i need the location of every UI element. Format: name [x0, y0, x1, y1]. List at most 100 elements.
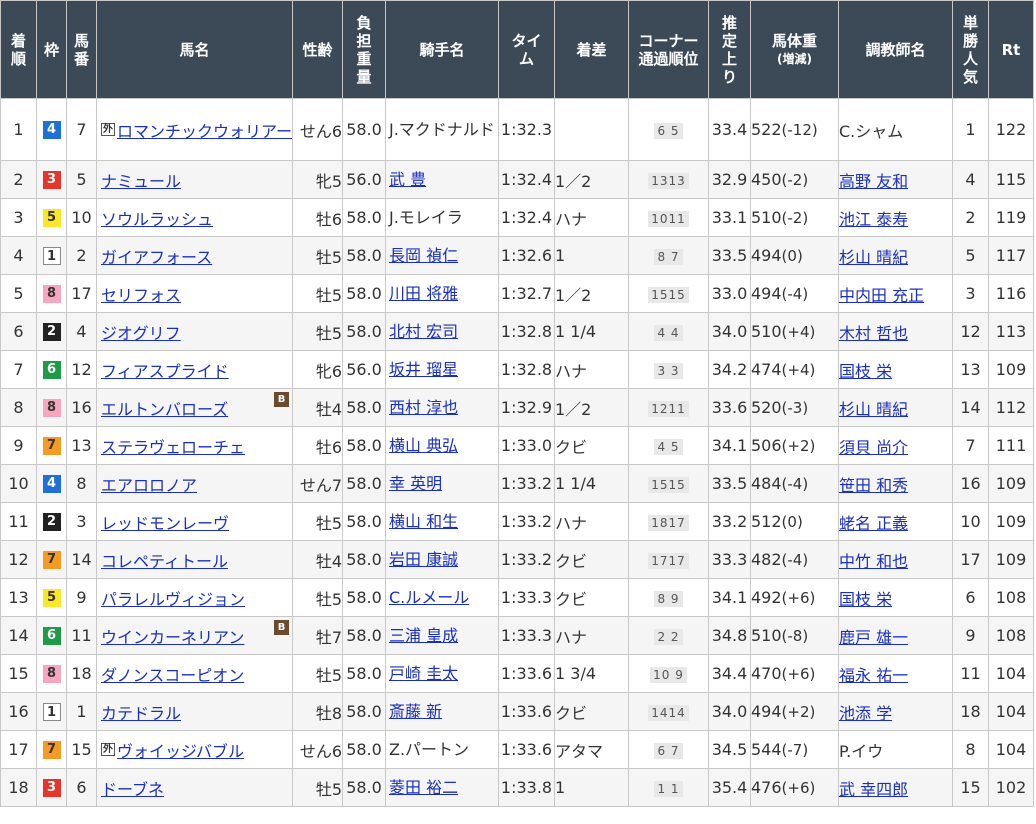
header-rank[interactable]: 着順: [0, 0, 37, 99]
body-weight-cell: 510(-8): [750, 616, 839, 655]
trainer-link[interactable]: 池江 泰寿: [840, 210, 909, 229]
body-weight-cell: 450(-2): [750, 160, 839, 199]
jockey-link[interactable]: 斎藤 新: [389, 702, 442, 721]
trainer-link[interactable]: 中内田 充正: [840, 286, 925, 305]
header-sex-age[interactable]: 性齢: [292, 0, 343, 99]
horse-name-link[interactable]: エルトンバローズ: [101, 396, 228, 420]
horse-name-link[interactable]: コレペティトール: [101, 548, 228, 572]
time-cell: 1:32.3: [498, 98, 555, 161]
header-jockey[interactable]: 騎手名: [385, 0, 499, 99]
horse-name-link[interactable]: ソウルラッシュ: [101, 206, 213, 230]
jockey-link[interactable]: 菱田 裕二: [389, 778, 458, 797]
horse-name-link[interactable]: フィアスプライド: [101, 358, 229, 382]
horse-name-link[interactable]: ガイアフォース: [101, 244, 212, 268]
trainer-link[interactable]: 国枝 栄: [840, 362, 893, 381]
weight-cell: 58.0: [342, 312, 386, 351]
umaban-cell: 17: [66, 274, 97, 313]
horse-name-link[interactable]: セリフォス: [101, 282, 181, 306]
margin-cell: アタマ: [554, 730, 629, 769]
weight-cell: 58.0: [342, 730, 386, 769]
rank-cell: 10: [0, 464, 37, 503]
margin-cell: ハナ: [554, 198, 629, 237]
waku-cell: 1: [36, 236, 67, 275]
header-waku[interactable]: 枠: [36, 0, 67, 99]
header-weight[interactable]: 負担重量: [342, 0, 386, 99]
jockey-cell: 幸 英明: [385, 464, 499, 503]
horse-name-link[interactable]: ステラヴェローチェ: [101, 434, 245, 458]
header-time[interactable]: タイム: [498, 0, 555, 99]
trainer-link[interactable]: 杉山 晴紀: [840, 248, 909, 267]
header-trainer[interactable]: 調教師名: [838, 0, 953, 99]
horse-cell: ジオグリフ: [96, 312, 293, 351]
horse-name-link[interactable]: ナミュール: [101, 168, 181, 192]
corner-positions: 3 3: [654, 363, 683, 379]
jockey-link[interactable]: 横山 和生: [389, 512, 458, 531]
jockey-link[interactable]: 岩田 康誠: [389, 550, 458, 569]
rank-cell: 4: [0, 236, 37, 275]
jockey-cell: 菱田 裕二: [385, 768, 499, 807]
umaban-cell: 16: [66, 388, 97, 427]
header-corner[interactable]: コーナー 通過順位: [628, 0, 709, 99]
trainer-link[interactable]: 池添 学: [840, 704, 893, 723]
horse-name-link[interactable]: ロマンチックウォリアー: [117, 118, 292, 142]
jockey-link[interactable]: 西村 淳也: [389, 398, 458, 417]
trainer-link[interactable]: 鹿戸 雄一: [840, 628, 909, 647]
popularity-cell: 17: [952, 540, 989, 579]
sex-age-cell: せん6: [292, 730, 343, 769]
trainer-link[interactable]: 蛯名 正義: [840, 514, 909, 533]
jockey-name: J.マクドナルド: [389, 119, 495, 139]
corner-positions: 6 7: [654, 743, 683, 759]
horse-name-link[interactable]: パラレルヴィジョン: [101, 586, 245, 610]
umaban-cell: 9: [66, 578, 97, 617]
trainer-link[interactable]: 須貝 尚介: [840, 438, 909, 457]
trainer-link[interactable]: 国枝 栄: [840, 590, 893, 609]
umaban-cell: 13: [66, 426, 97, 465]
header-popularity[interactable]: 単勝人気: [952, 0, 989, 99]
header-body-weight[interactable]: 馬体重 (増減): [750, 0, 839, 99]
trainer-link[interactable]: 杉山 晴紀: [840, 400, 909, 419]
header-rating[interactable]: Rt: [988, 0, 1034, 99]
horse-name-link[interactable]: エアロロノア: [101, 472, 197, 496]
jockey-link[interactable]: 北村 宏司: [389, 322, 458, 341]
header-margin[interactable]: 着差: [554, 0, 629, 99]
foreign-horse-badge: 外: [101, 743, 115, 756]
horse-name-link[interactable]: ジオグリフ: [101, 320, 181, 344]
trainer-link[interactable]: 武 幸四郎: [840, 780, 909, 799]
umaban-cell: 11: [66, 616, 97, 655]
horse-name-link[interactable]: ドーブネ: [101, 776, 164, 800]
header-horse-name[interactable]: 馬名: [96, 0, 293, 99]
jockey-link[interactable]: 長岡 禎仁: [389, 246, 458, 265]
horse-name-link[interactable]: ダノンスコーピオン: [101, 662, 244, 686]
trainer-link[interactable]: 木村 哲也: [840, 324, 909, 343]
jockey-cell: 武 豊: [385, 160, 499, 199]
rank-cell: 7: [0, 350, 37, 389]
horse-name-link[interactable]: レッドモンレーヴ: [101, 510, 229, 534]
body-weight-diff: (+2): [781, 703, 816, 721]
jockey-link[interactable]: 戸崎 圭太: [389, 664, 458, 683]
jockey-cell: C.ルメール: [385, 578, 499, 617]
jockey-link[interactable]: 武 豊: [389, 170, 426, 189]
sex-age-cell: 牡5: [292, 236, 343, 275]
trainer-link[interactable]: 中竹 和也: [840, 552, 909, 571]
jockey-link[interactable]: 幸 英明: [389, 474, 442, 493]
jockey-link[interactable]: 坂井 瑠星: [389, 360, 458, 379]
last3f-cell: 33.5: [708, 236, 751, 275]
jockey-link[interactable]: 横山 典弘: [389, 436, 458, 455]
header-umaban[interactable]: 馬番: [66, 0, 97, 99]
horse-name-link[interactable]: カテドラル: [101, 700, 181, 724]
body-weight-diff: (+4): [781, 323, 816, 341]
trainer-link[interactable]: 福永 祐一: [840, 666, 909, 685]
trainer-link[interactable]: 高野 友和: [840, 172, 909, 191]
jockey-link[interactable]: 川田 将雅: [389, 284, 458, 303]
horse-name-link[interactable]: ヴォイッジバブル: [117, 738, 244, 762]
jockey-link[interactable]: 三浦 皇成: [389, 626, 458, 645]
last3f-cell: 34.4: [708, 654, 751, 693]
header-last3f[interactable]: 推定上り: [708, 0, 751, 99]
body-weight-cell: 482(-4): [750, 540, 839, 579]
horse-name-link[interactable]: ウインカーネリアン: [101, 624, 244, 648]
trainer-link[interactable]: 笹田 和秀: [840, 476, 909, 495]
jockey-link[interactable]: C.ルメール: [389, 588, 469, 607]
corner-positions: 4 5: [654, 439, 683, 455]
body-weight-diff: (-7): [781, 741, 809, 759]
body-weight-diff: (-3): [781, 399, 809, 417]
